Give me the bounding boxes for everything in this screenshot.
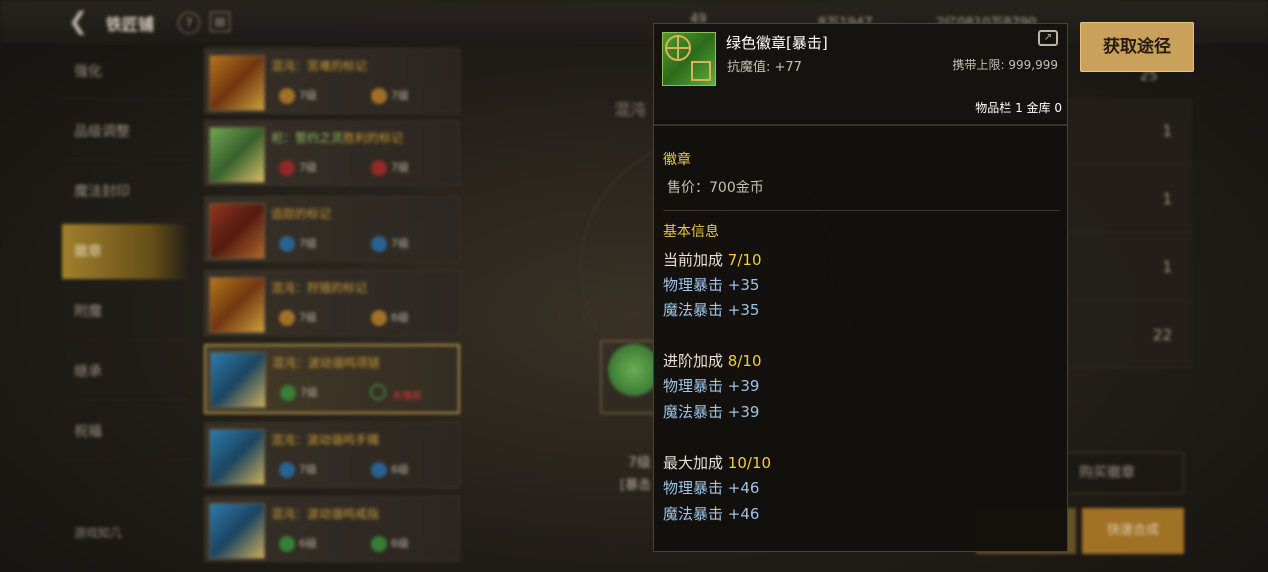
nav-item-inherit[interactable]: 继承 [62,344,190,400]
inventory-count: 物品栏 1 金库 0 [975,101,1062,115]
slot-level-1: 7级 [279,87,317,104]
item-list[interactable]: 混沌：苦难的标记 7级 7级 祀：誓约之灵胜利的标记 7级 7级 追踪的标记 7… [200,44,464,572]
item-name: 混沌：波动谐鸣戒指 [271,507,380,521]
item-name: 祀：誓约之灵胜利的标记 [271,131,404,145]
slot-level-1: 7级 [279,309,317,326]
slot-level-2: 6级 [371,535,409,552]
nav-item-strengthen[interactable]: 强化 [62,44,190,100]
top-bar: ❮ 铁匠铺 ? ▤ 49 8万1947 2亿0810万8790 [0,0,1268,44]
sell-price: 售价：700金币 [667,180,764,196]
current-bonus: 当前加成 7/10 [663,251,762,269]
current-stat-magic: 魔法暴击 +35 [663,301,760,319]
game-logo-text: 游戏知几 [74,526,123,540]
item-name: 混沌：波动谐鸣项链 [272,356,381,370]
advanced-bonus: 进阶加成 8/10 [663,352,762,370]
nav-item-seal[interactable]: 魔法封印 [62,164,190,220]
item-thumbnail [209,429,265,485]
item-name: 混沌：苦难的标记 [271,59,368,73]
advanced-stat-magic: 魔法暴击 +39 [663,403,760,421]
target-square-icon [691,61,711,81]
slot-level-1: 6级 [279,535,317,552]
quick-synthesis-button[interactable]: 快速合成 [1082,508,1184,554]
max-bonus: 最大加成 10/10 [663,454,772,472]
right-emblem-panel: 1 1 1 22 [1068,98,1192,369]
get-source-button[interactable]: 获取途径 [1080,22,1194,72]
right-row[interactable]: 22 [1068,302,1192,369]
item-name: 绿色徽章[暴击] [726,34,828,52]
item-thumbnail [209,127,265,183]
right-row[interactable]: 1 [1068,98,1192,165]
max-stat-physical: 物理暴击 +46 [663,479,760,497]
item-tooltip: 绿色徽章[暴击] 抗魔值: +77 携带上限: 999,999 ↗ 物品栏 1 … [653,23,1068,552]
crosshair-icon [665,35,691,61]
list-item[interactable]: 混沌：狩猎的标记 7级 6级 [204,270,460,336]
item-thumbnail [209,277,265,333]
list-item[interactable]: 混沌：苦难的标记 7级 7级 [204,48,460,114]
magic-resist: 抗魔值: +77 [727,60,802,75]
divider [654,124,1067,126]
item-name: 追踪的标记 [271,207,332,221]
list-item[interactable]: 混沌：波动谐鸣手镯 7级 6级 [204,422,460,488]
slot-level-1: 7级 [279,235,317,252]
center-sub: [暴击 [620,478,652,493]
list-item[interactable]: 追踪的标记 7级 7级 [204,196,460,262]
current-stat-physical: 物理暴击 +35 [663,276,760,294]
right-row[interactable]: 1 [1068,234,1192,301]
nav-item-emblem[interactable]: 徽章 [62,224,190,280]
basic-info-heading: 基本信息 [663,224,719,240]
slot-level-1: 7级 [279,159,317,176]
nav-item-grade[interactable]: 品级调整 [62,104,190,160]
slot-level-2: 6级 [371,461,409,478]
divider [663,210,1060,211]
left-nav: 强化 品级调整 魔法封印 徽章 附魔 继承 祝福 [62,44,190,464]
emblem-icon [662,32,716,86]
item-thumbnail [210,352,266,408]
center-level: 7级 [628,455,651,471]
max-stat-magic: 魔法暴击 +46 [663,505,760,523]
document-icon[interactable]: ▤ [210,12,230,32]
nav-item-bless[interactable]: 祝福 [62,404,190,460]
item-name: 混沌：波动谐鸣手镯 [271,433,380,447]
slot-level-2: 7级 [371,87,409,104]
tooltip-header: 绿色徽章[暴击] 抗魔值: +77 携带上限: 999,999 ↗ 物品栏 1 … [654,24,1067,120]
item-thumbnail [209,503,265,559]
empty-slot-icon [370,384,390,400]
slot-level-2: 6级 [371,309,409,326]
item-thumbnail [209,203,265,259]
slot-level-1: 7级 [280,384,318,401]
list-item-selected[interactable]: 混沌：波动谐鸣项链 7级 未镶嵌 [204,344,460,414]
item-thumbnail [209,55,265,111]
slot-level-1: 7级 [279,461,317,478]
center-title: 混沌 [614,100,647,119]
help-icon[interactable]: ? [178,12,200,34]
page-title: 铁匠铺 [106,15,155,34]
item-name: 混沌：狩猎的标记 [271,281,368,295]
carry-limit: 携带上限: 999,999 [952,58,1058,72]
advanced-stat-physical: 物理暴击 +39 [663,377,760,395]
not-inlaid-badge: 未镶嵌 [392,391,422,402]
nav-item-enchant[interactable]: 附魔 [62,284,190,340]
right-row[interactable]: 1 [1068,166,1192,233]
item-category: 徽章 [663,152,691,168]
slot-level-2: 7级 [371,235,409,252]
list-item[interactable]: 混沌：波动谐鸣戒指 6级 6级 [204,496,460,562]
list-item[interactable]: 祀：誓约之灵胜利的标记 7级 7级 [204,120,460,186]
slot-level-2: 7级 [371,159,409,176]
share-icon[interactable]: ↗ [1038,30,1058,46]
back-arrow-icon[interactable]: ❮ [68,8,94,34]
